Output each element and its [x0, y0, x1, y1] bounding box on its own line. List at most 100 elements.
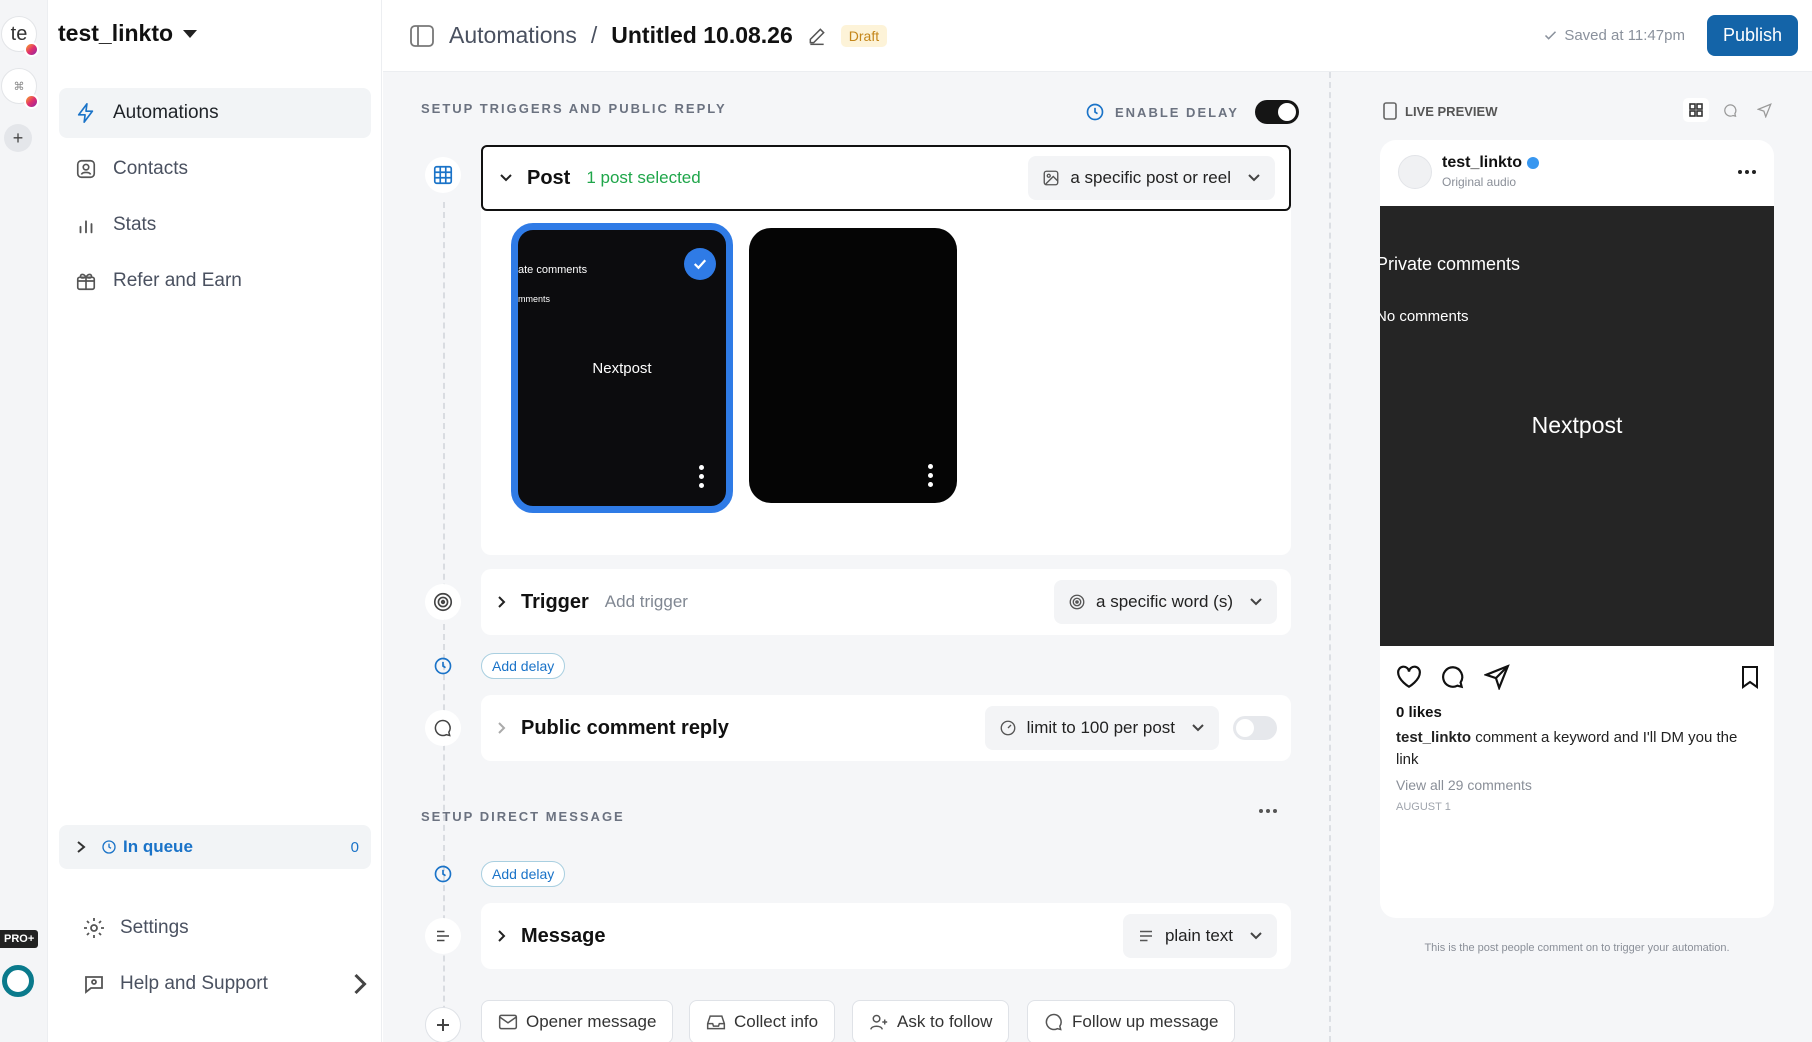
- inbox-icon: [706, 1015, 726, 1030]
- edit-pencil-icon[interactable]: [807, 26, 827, 46]
- post-caption: test_linkto comment a keyword and I'll D…: [1396, 727, 1760, 771]
- thumbnail-caption-line: mments: [518, 294, 551, 304]
- message-card-header[interactable]: Message plain text: [481, 903, 1291, 969]
- help-icon: [85, 976, 103, 994]
- post-header: test_linkto Original audio: [1398, 154, 1540, 189]
- preview-dm-tab[interactable]: [1751, 98, 1777, 122]
- in-queue-panel[interactable]: In queue 0: [59, 825, 371, 869]
- post-type-dropdown[interactable]: a specific post or reel: [1028, 156, 1275, 200]
- more-horizontal-icon[interactable]: [1738, 170, 1756, 174]
- trigger-card[interactable]: Trigger Add trigger a specific word (s): [481, 569, 1291, 635]
- post-card-header[interactable]: Post 1 post selected a specific post or …: [481, 145, 1291, 211]
- account-name: test_linkto: [58, 20, 174, 46]
- grid-icon: [433, 165, 453, 185]
- breadcrumb-automations-link[interactable]: Automations: [449, 22, 577, 49]
- public-reply-toggle[interactable]: [1233, 716, 1277, 740]
- chip-label: Ask to follow: [897, 1012, 993, 1031]
- queue-label-text: In queue: [123, 837, 193, 856]
- main-nav: Automations Contacts Stats Refer and Ear…: [59, 88, 371, 312]
- message-type-dropdown[interactable]: plain text: [1122, 914, 1277, 958]
- post-date: AUGUST 1: [1396, 801, 1451, 813]
- sidebar-item-label: Refer and Earn: [113, 270, 242, 291]
- trigger-card-header[interactable]: Trigger Add trigger a specific word (s): [481, 569, 1291, 635]
- mail-icon: [498, 1014, 518, 1030]
- preview-mode-switcher: [1683, 98, 1777, 122]
- more-horizontal-icon[interactable]: [1259, 809, 1277, 813]
- account-switcher[interactable]: test_linkto: [58, 20, 198, 47]
- media-text-line: No comments: [1380, 308, 1469, 325]
- trigger-card-title: Trigger: [521, 590, 589, 613]
- more-vertical-icon[interactable]: [699, 465, 704, 488]
- delay-step-marker: [430, 653, 456, 679]
- reply-limit-dropdown[interactable]: limit to 100 per post: [984, 706, 1219, 750]
- automation-builder: SETUP TRIGGERS AND PUBLIC REPLY ENABLE D…: [383, 72, 1329, 1042]
- live-preview-label: LIVE PREVIEW: [1383, 102, 1497, 120]
- preview-post-tab[interactable]: [1683, 98, 1709, 122]
- post-card: Post 1 post selected a specific post or …: [481, 145, 1291, 555]
- post-media: Private comments No comments Nextpost: [1380, 206, 1774, 646]
- publish-button[interactable]: Publish: [1706, 15, 1798, 56]
- send-icon[interactable]: [1484, 664, 1510, 690]
- chip-label: Opener message: [526, 1012, 657, 1031]
- public-reply-title: Public comment reply: [521, 716, 729, 739]
- caption-username: test_linkto: [1396, 729, 1472, 746]
- public-reply-card-header[interactable]: Public comment reply limit to 100 per po…: [481, 695, 1291, 761]
- sidebar-item-label: Settings: [120, 917, 189, 938]
- chip-follow-up-message[interactable]: Follow up message: [1027, 1000, 1236, 1042]
- gift-icon: [76, 273, 96, 291]
- sidebar-toggle-icon[interactable]: [409, 24, 435, 48]
- grid-icon: [1689, 103, 1703, 117]
- reply-step-marker: [425, 710, 461, 746]
- bookmark-icon[interactable]: [1740, 665, 1760, 689]
- chip-opener-message[interactable]: Opener message: [481, 1000, 674, 1042]
- contact-icon: [76, 159, 96, 179]
- chevron-right-icon: [498, 596, 506, 608]
- chip-collect-info[interactable]: Collect info: [689, 1000, 836, 1042]
- queue-count: 0: [350, 838, 359, 856]
- reply-limit-value: limit to 100 per post: [1026, 718, 1175, 737]
- sidebar-item-refer[interactable]: Refer and Earn: [59, 256, 371, 306]
- post-thumbnail[interactable]: [749, 228, 957, 503]
- trigger-type-dropdown[interactable]: a specific word (s): [1054, 580, 1277, 624]
- chevron-down-icon: [500, 174, 512, 182]
- brand-ring-icon[interactable]: [2, 965, 34, 997]
- preview-footnote: This is the post people comment on to tr…: [1424, 942, 1730, 954]
- preview-comment-tab[interactable]: [1717, 98, 1743, 122]
- post-thumbnail-selected[interactable]: ate comments mments Nextpost: [511, 223, 733, 513]
- clock-icon: [102, 840, 116, 854]
- gear-icon: [84, 918, 104, 938]
- target-icon: [433, 592, 453, 612]
- public-reply-card[interactable]: Public comment reply limit to 100 per po…: [481, 695, 1291, 761]
- avatar: [1398, 154, 1432, 189]
- message-step-marker: [425, 918, 461, 954]
- chevron-right-icon: [354, 973, 367, 995]
- chip-label: Follow up message: [1072, 1012, 1219, 1031]
- post-selected-count: 1 post selected: [586, 168, 701, 187]
- sidebar-item-settings[interactable]: Settings: [82, 900, 372, 956]
- sidebar-item-automations[interactable]: Automations: [59, 88, 371, 138]
- post-audio: Original audio: [1442, 175, 1517, 189]
- sidebar-item-help[interactable]: Help and Support: [82, 956, 372, 1012]
- add-delay-button[interactable]: Add delay: [481, 653, 566, 679]
- add-step-button[interactable]: [425, 1007, 461, 1042]
- add-workspace-button[interactable]: +: [4, 124, 32, 152]
- heart-icon[interactable]: [1396, 665, 1422, 689]
- add-delay-button[interactable]: Add delay: [481, 861, 566, 887]
- sidebar-item-label: Stats: [113, 214, 157, 235]
- phone-icon: [1383, 102, 1397, 120]
- thumbnail-caption-line: ate comments: [518, 264, 588, 276]
- message-card[interactable]: Message plain text: [481, 903, 1291, 969]
- sidebar-item-contacts[interactable]: Contacts: [59, 144, 371, 194]
- sidebar-item-stats[interactable]: Stats: [59, 200, 371, 250]
- clock-icon: [434, 657, 452, 675]
- verified-badge-icon: [1527, 157, 1540, 169]
- enable-delay-toggle[interactable]: [1254, 100, 1299, 124]
- comment-icon[interactable]: [1440, 664, 1466, 690]
- comment-icon: [434, 719, 451, 737]
- page-title: Untitled 10.08.26: [611, 22, 793, 48]
- view-all-comments-link[interactable]: View all 29 comments: [1396, 777, 1760, 793]
- chip-ask-to-follow[interactable]: Ask to follow: [852, 1000, 1010, 1042]
- chevron-down-icon: [1248, 174, 1260, 182]
- more-vertical-icon[interactable]: [928, 464, 933, 487]
- comment-icon: [1045, 1013, 1062, 1031]
